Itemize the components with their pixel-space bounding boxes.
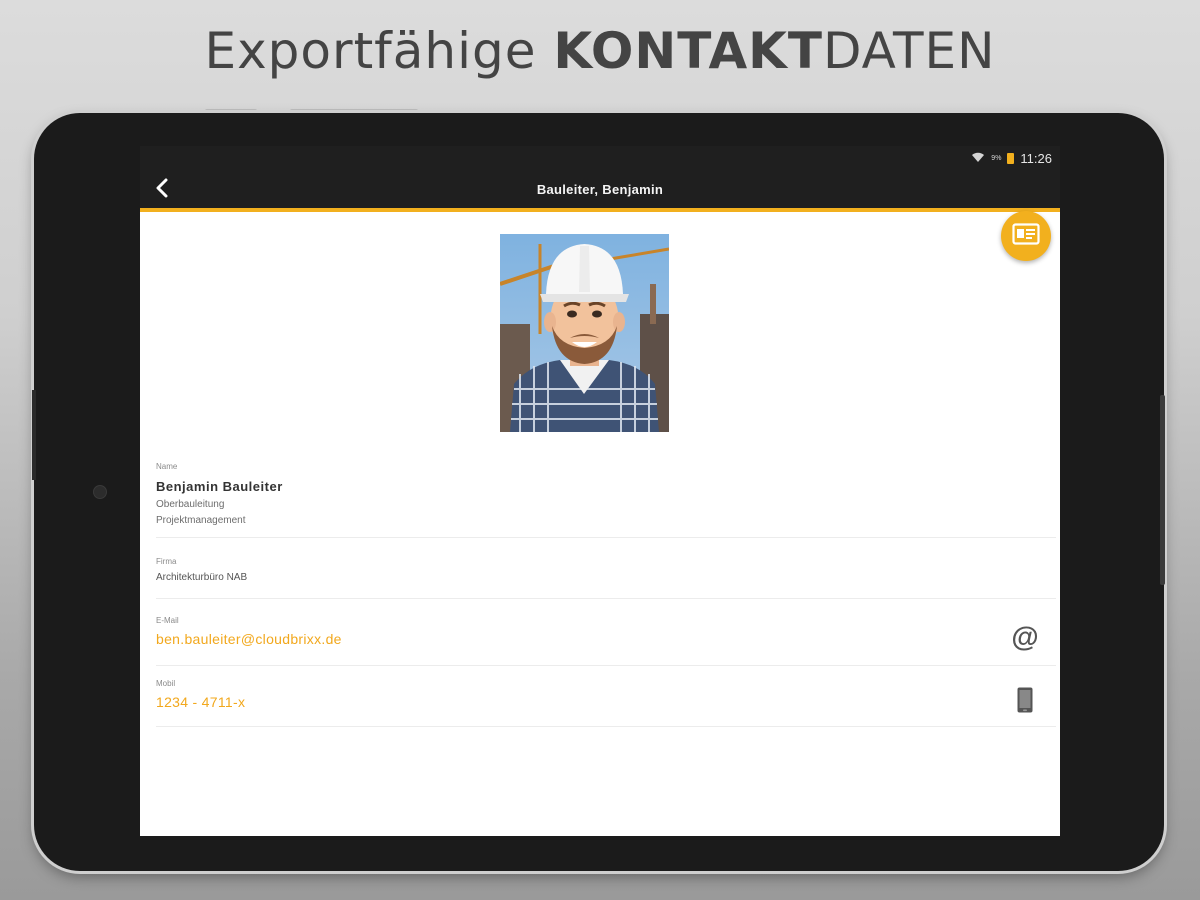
- app-screen: 9% 11:26 Bauleiter, Benjamin Name Benjam…: [140, 146, 1060, 836]
- contact-avatar: [500, 234, 669, 432]
- contact-role: Oberbauleitung: [156, 499, 225, 510]
- chevron-left-icon: [155, 174, 169, 204]
- back-button[interactable]: [150, 177, 174, 203]
- email-label: E-Mail: [156, 616, 179, 625]
- tablet-camera: [93, 485, 107, 499]
- mobile-field[interactable]: Mobil 1234 - 4711-x: [156, 679, 1056, 727]
- name-label: Name: [156, 462, 178, 471]
- status-bar: 9% 11:26: [140, 146, 1060, 170]
- at-sign-icon[interactable]: @: [1010, 621, 1040, 652]
- battery-icon: [1007, 152, 1015, 164]
- email-field[interactable]: E-Mail ben.bauleiter@cloudbrixx.de @: [156, 616, 1056, 666]
- contact-email-link[interactable]: ben.bauleiter@cloudbrixx.de: [156, 631, 1056, 647]
- contact-mobile-link[interactable]: 1234 - 4711-x: [156, 694, 1056, 710]
- promo-headline: Exportfähige KONTAKTDATEN: [204, 22, 996, 80]
- contact-card-icon: [1012, 222, 1040, 250]
- smartphone-icon[interactable]: [1010, 685, 1040, 715]
- company-field: Firma Architekturbüro NAB: [156, 557, 1056, 599]
- tablet-side-button: [1160, 395, 1165, 585]
- company-label: Firma: [156, 557, 177, 566]
- page-title: Bauleiter, Benjamin: [536, 181, 664, 197]
- contact-company[interactable]: Architekturbüro NAB: [156, 572, 1056, 583]
- battery-percent: 9%: [991, 154, 1002, 162]
- tablet-side-edge: [32, 390, 36, 480]
- app-bar: Bauleiter, Benjamin: [140, 170, 1060, 261]
- mobile-label: Mobil: [156, 679, 176, 688]
- name-field: Name Benjamin Bauleiter Oberbauleitung P…: [156, 462, 1056, 538]
- export-contact-button[interactable]: [1001, 211, 1051, 261]
- wifi-icon: [971, 151, 985, 166]
- contact-name[interactable]: Benjamin Bauleiter: [156, 479, 1056, 494]
- status-time: 11:26: [1020, 150, 1052, 166]
- contact-department: Projektmanagement: [156, 515, 246, 526]
